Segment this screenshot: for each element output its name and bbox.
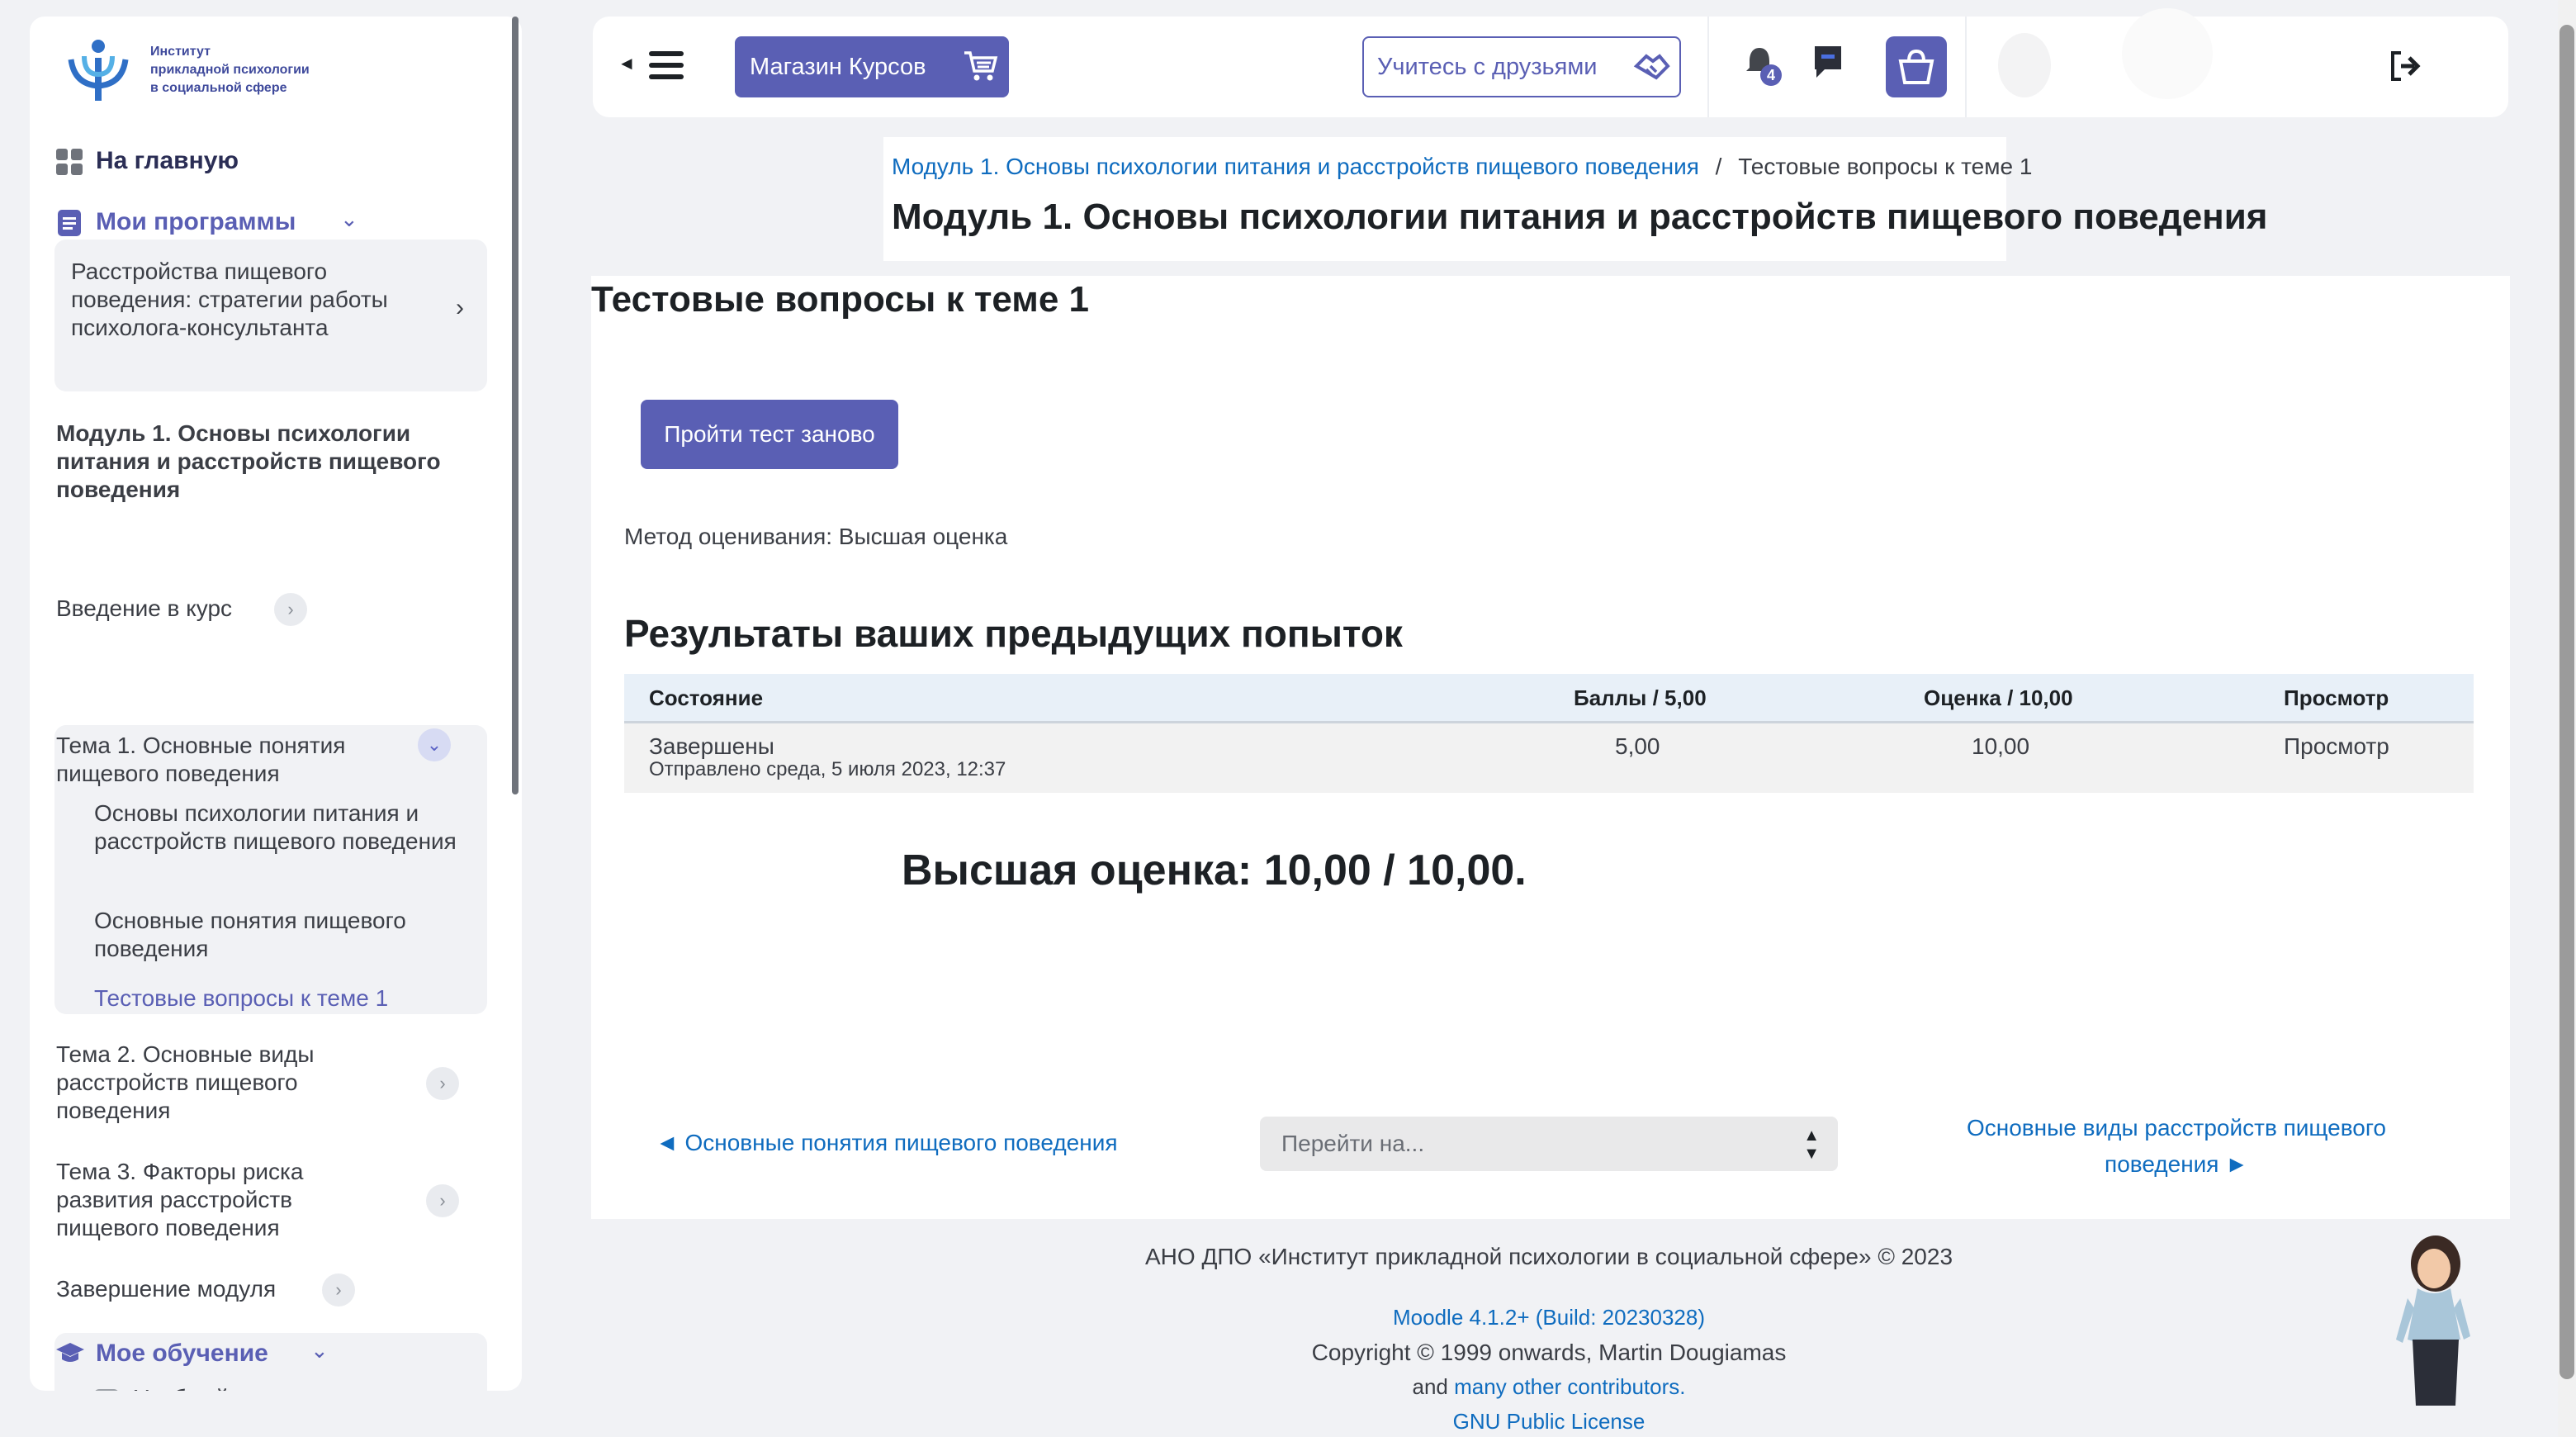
collapse-arrow-icon[interactable]: ◄ (618, 53, 636, 74)
footer-and: and (1412, 1374, 1448, 1399)
sidebar-scrollbar[interactable] (512, 17, 519, 794)
breadcrumb-separator: / (1715, 154, 1722, 179)
breadcrumb: Модуль 1. Основы психологии питания и ра… (892, 154, 2032, 180)
footer-contributors: and many other contributors. (591, 1374, 2507, 1400)
quiz-title: Тестовые вопросы к теме 1 (591, 279, 1089, 320)
course-shop-label: Магазин Курсов (750, 54, 926, 80)
sidebar: Институт прикладной психологии в социаль… (30, 17, 522, 1391)
learn-with-friends-label: Учитесь с друзьями (1377, 54, 1598, 80)
nav-home-label: На главную (96, 147, 239, 174)
logo-line: прикладной психологии (150, 63, 310, 77)
program-title: Расстройства пищевого поведения: стратег… (71, 258, 388, 340)
select-arrows-icon: ▲ ▼ (1803, 1126, 1820, 1163)
user-menu[interactable] (2122, 8, 2213, 99)
nav-my-learning-label: Мое обучение (96, 1340, 268, 1367)
chevron-right-icon[interactable]: › (274, 593, 307, 626)
chevron-right-icon[interactable]: › (426, 1067, 459, 1100)
nav-my-programs-label: Мои программы (96, 208, 296, 235)
chevron-down-icon[interactable]: ⌄ (418, 728, 451, 761)
footer-copyright: Copyright © 1999 onwards, Martin Dougiam… (1311, 1340, 1787, 1365)
topic1-activity[interactable]: Основы психологии питания и расстройств … (94, 799, 474, 856)
institute-logo[interactable] (63, 35, 134, 106)
nav-study-plan-label: Учебный план (134, 1384, 286, 1391)
column-header-marks: Баллы / 5,00 (1574, 685, 1707, 710)
attempt-marks: 5,00 (1615, 733, 1660, 759)
cart-button[interactable] (1886, 36, 1947, 97)
section-topic2[interactable]: Тема 2. Основные виды расстройств пищево… (56, 1041, 386, 1125)
notifications-bell-icon[interactable]: 4 (1744, 46, 1782, 86)
attempt-review-link[interactable]: Просмотр (2284, 733, 2389, 760)
learn-with-friends-button[interactable]: Учитесь с друзьями (1362, 36, 1681, 97)
highest-grade: Высшая оценка: 10,00 / 10,00. (902, 847, 1527, 894)
column-header-grade: Оценка / 10,00 (1924, 685, 2073, 710)
moodle-version-link[interactable]: Moodle 4.1.2+ (Build: 20230328) (1393, 1305, 1705, 1330)
assistant-character[interactable] (2384, 1232, 2484, 1406)
topic1-activity-current[interactable]: Тестовые вопросы к теме 1 (94, 984, 474, 1013)
column-header-state: Состояние (649, 685, 764, 710)
results-table-header (624, 674, 2474, 723)
attempt-submitted: Отправлено среда, 5 июля 2023, 12:37 (649, 758, 1006, 780)
graduation-cap-icon (56, 1343, 84, 1362)
shopping-cart-icon (964, 51, 998, 81)
logout-icon[interactable] (2389, 50, 2422, 83)
attempt-grade: 10,00 (1972, 733, 2030, 759)
next-activity-link[interactable]: Основные виды расстройств пищевого повед… (1937, 1110, 2416, 1183)
section-topic3[interactable]: Тема 3. Факторы риска развития расстройс… (56, 1158, 386, 1242)
license-link[interactable]: GNU Public License (1453, 1409, 1646, 1434)
user-avatar[interactable] (1998, 33, 2051, 97)
jump-to-placeholder: Перейти на... (1281, 1131, 1425, 1156)
shopping-basket-icon (1898, 49, 1934, 84)
logo-line: в социальной сфере (150, 81, 287, 95)
module-title[interactable]: Модуль 1. Основы психологии питания и ра… (56, 420, 469, 504)
document-icon (58, 210, 81, 236)
section-topic1[interactable]: Тема 1. Основные понятия пищевого поведе… (56, 732, 403, 788)
dashboard-icon (56, 149, 83, 175)
handshake-icon (1633, 54, 1670, 80)
jump-to-select[interactable]: Перейти на... ▲ ▼ (1260, 1117, 1838, 1171)
institute-logo-text: Институт прикладной психологии в социаль… (150, 43, 310, 97)
page-title: Модуль 1. Основы психологии питания и ра… (892, 197, 2268, 237)
attempt-state: Завершены (649, 733, 774, 759)
study-plan-icon (94, 1389, 119, 1391)
chevron-down-icon: ⌄ (310, 1338, 329, 1363)
retake-quiz-button[interactable]: Пройти тест заново (641, 400, 898, 469)
topic1-activity[interactable]: Основные понятия пищевого поведения (94, 907, 474, 963)
section-intro[interactable]: Введение в курс (56, 595, 232, 623)
results-heading: Результаты ваших предыдущих попыток (624, 612, 1403, 655)
section-completion[interactable]: Завершение модуля (56, 1275, 276, 1303)
chevron-right-icon: › (456, 294, 464, 321)
hamburger-menu-icon[interactable] (649, 51, 684, 79)
chevron-right-icon[interactable]: › (426, 1184, 459, 1217)
chevron-right-icon[interactable]: › (322, 1273, 355, 1307)
grading-method: Метод оценивания: Высшая оценка (624, 524, 1008, 549)
notification-count-badge: 4 (1760, 64, 1782, 86)
breadcrumb-current: Тестовые вопросы к теме 1 (1738, 154, 2033, 179)
footer-license: GNU Public License (591, 1409, 2507, 1435)
navbar-divider (1965, 17, 1967, 117)
contributors-link[interactable]: many other contributors. (1454, 1374, 1685, 1399)
previous-activity-link[interactable]: ◄ Основные понятия пищевого поведения (656, 1130, 1118, 1156)
footer-moodle-link: Moodle 4.1.2+ (Build: 20230328) (591, 1305, 2507, 1330)
breadcrumb-module-link[interactable]: Модуль 1. Основы психологии питания и ра… (892, 154, 1699, 179)
footer-organization: АНО ДПО «Институт прикладной психологии … (1144, 1244, 1953, 1269)
navbar-divider (1707, 17, 1709, 117)
column-header-review: Просмотр (2284, 685, 2389, 710)
page-scrollbar-thumb[interactable] (2559, 25, 2574, 1379)
chevron-down-icon: ⌄ (340, 206, 358, 231)
messages-icon[interactable] (1813, 45, 1843, 79)
course-shop-button[interactable]: Магазин Курсов (735, 36, 1009, 97)
logo-line: Институт (150, 45, 211, 59)
